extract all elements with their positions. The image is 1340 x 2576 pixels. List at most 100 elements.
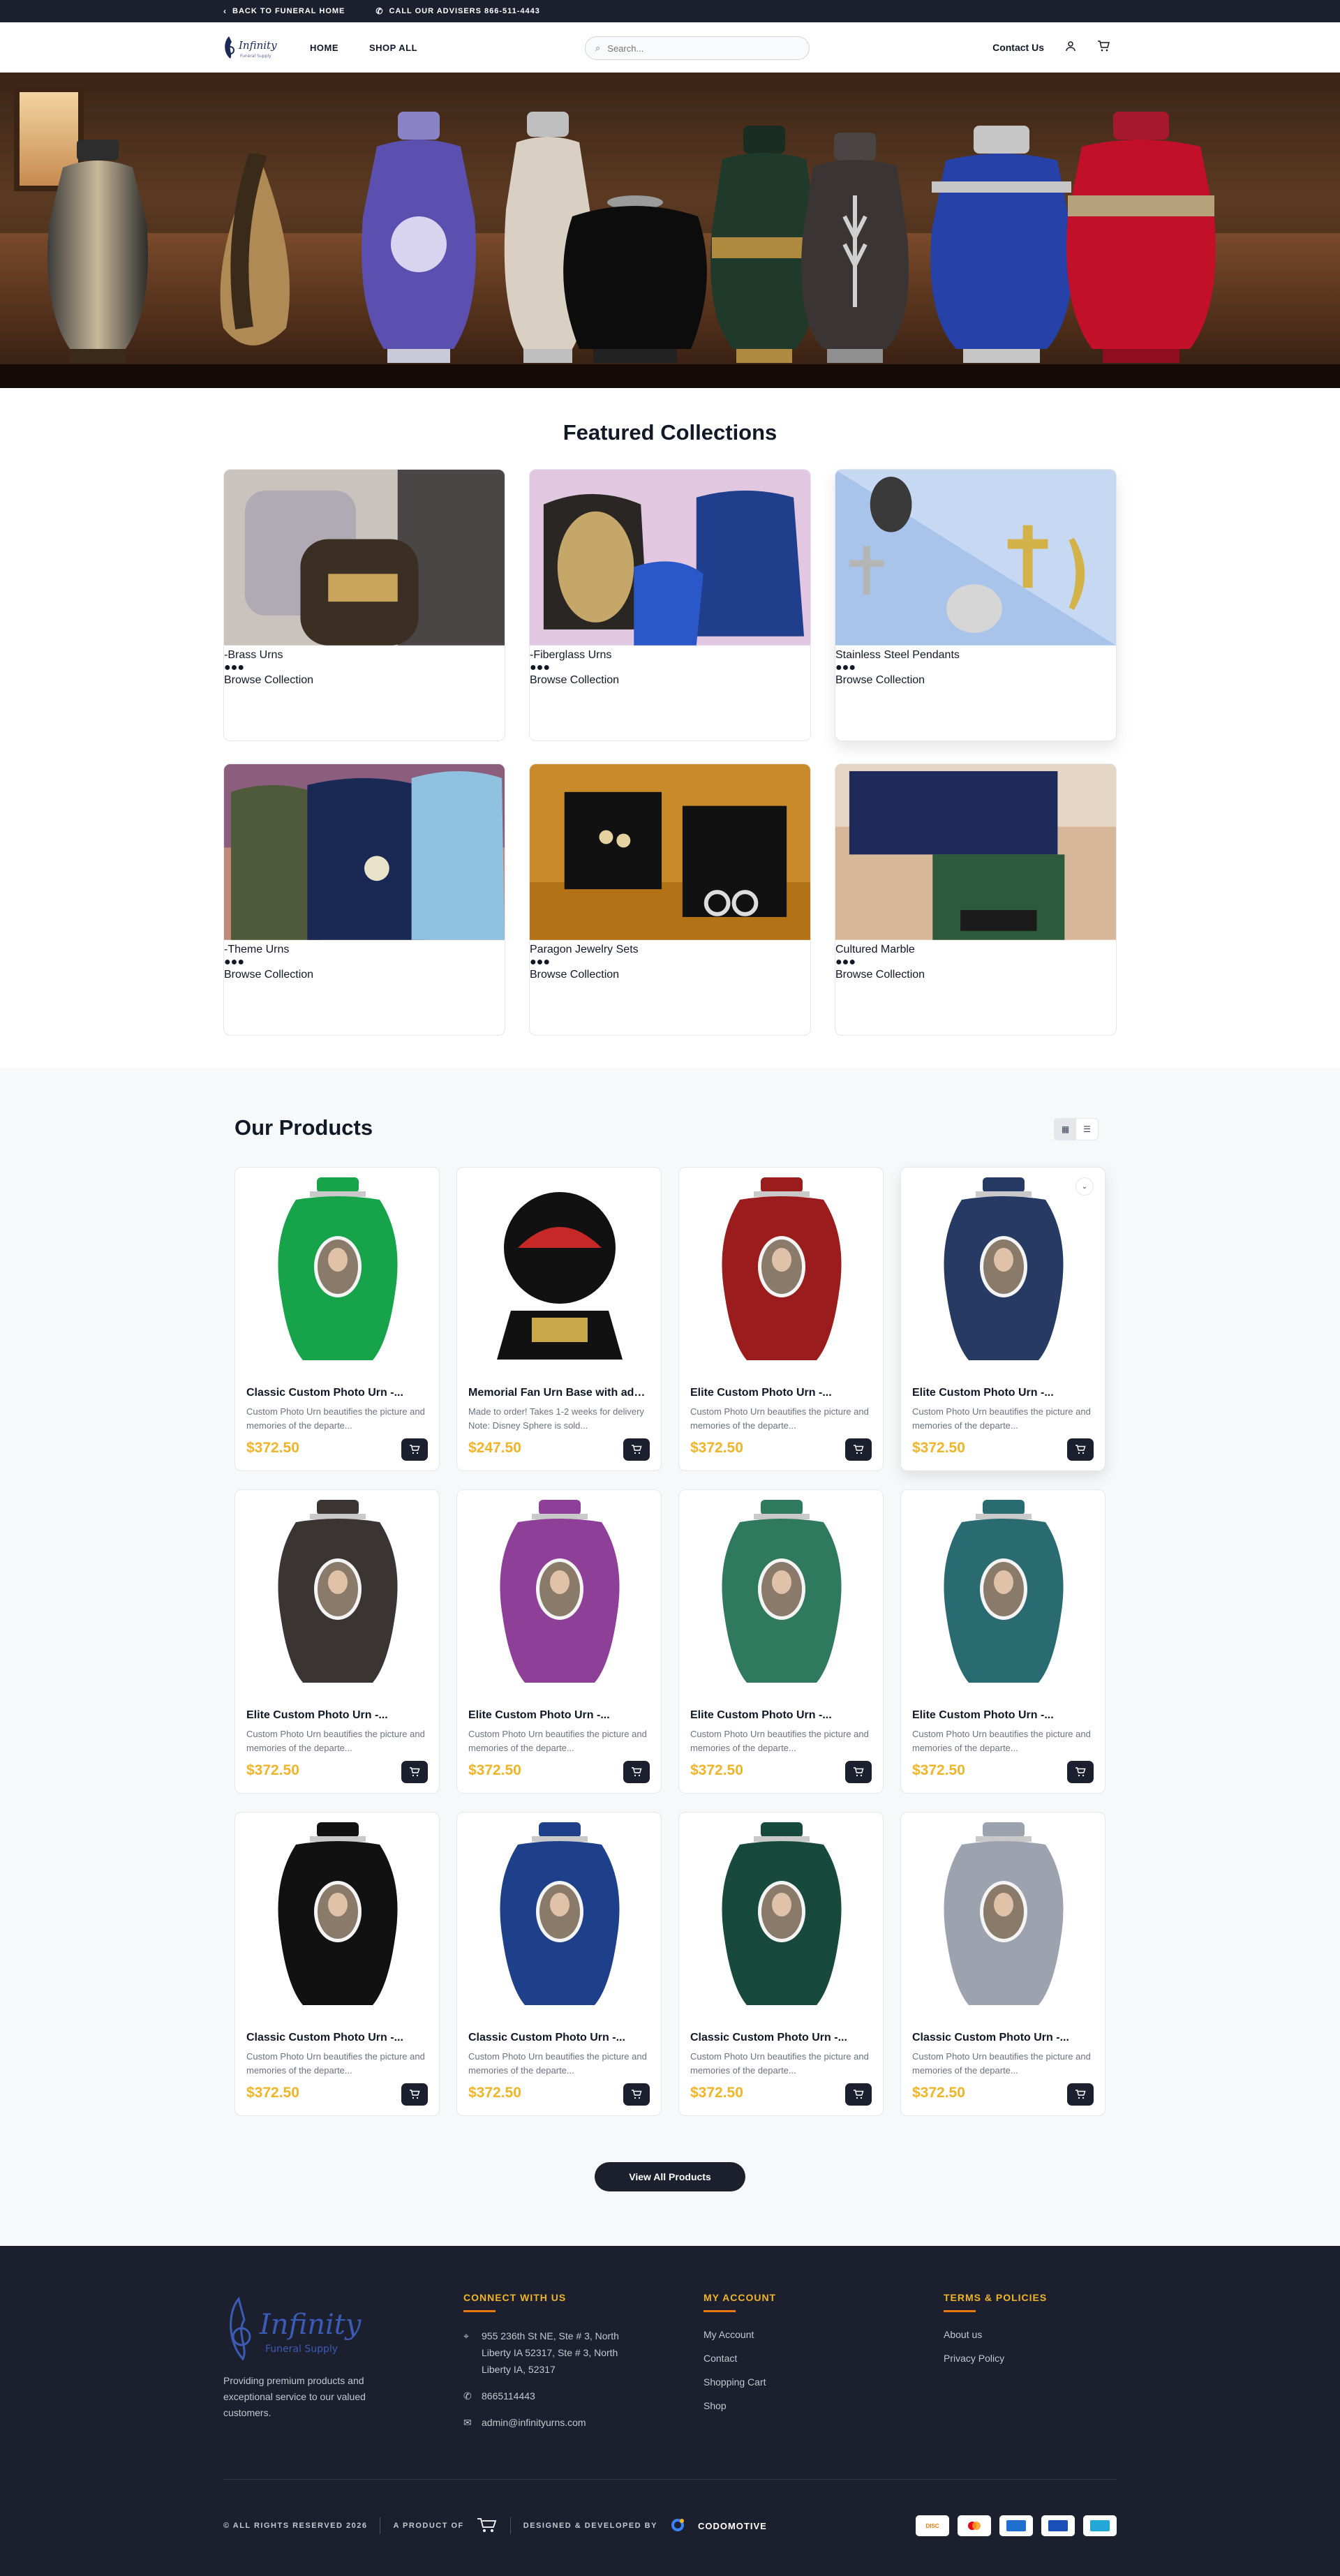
collection-card-brass[interactable]: -Brass Urns ●●● Browse Collection — [223, 469, 505, 741]
product-image[interactable] — [679, 1812, 883, 2022]
add-to-cart-button[interactable] — [401, 1761, 428, 1783]
product-price: $372.50 — [690, 2085, 743, 2101]
product-card[interactable]: Elite Custom Photo Urn -... Custom Photo … — [678, 1489, 884, 1794]
add-to-cart-button[interactable] — [1067, 2083, 1094, 2106]
grid-view-icon[interactable]: ▦ — [1055, 1119, 1076, 1140]
product-image[interactable] — [457, 1812, 661, 2022]
chevron-down-icon[interactable]: ⌄ — [1075, 1177, 1094, 1196]
product-image[interactable] — [457, 1168, 661, 1377]
add-to-cart-button[interactable] — [623, 1761, 650, 1783]
product-name[interactable]: Elite Custom Photo Urn -... — [690, 1387, 873, 1399]
product-card[interactable]: Classic Custom Photo Urn -... Custom Phot… — [456, 1812, 662, 2116]
product-name[interactable]: Elite Custom Photo Urn -... — [246, 1709, 429, 1722]
call-label: CALL OUR ADVISERS 866-511-4443 — [389, 7, 540, 15]
connect-title: CONNECT WITH US — [463, 2292, 567, 2303]
collection-card-fiberglass[interactable]: -Fiberglass Urns ●●● Browse Collection — [529, 469, 811, 741]
hero-shelf — [0, 364, 1340, 388]
product-description: Custom Photo Urn beautifies the picture … — [912, 1729, 1091, 1753]
browse-collection-button[interactable]: Browse Collection — [530, 969, 810, 981]
cart-icon — [854, 1767, 864, 1777]
add-to-cart-button[interactable] — [401, 1438, 428, 1461]
product-card[interactable]: Elite Custom Photo Urn -... Custom Photo … — [456, 1489, 662, 1794]
add-to-cart-button[interactable] — [1067, 1438, 1094, 1461]
product-card[interactable]: Elite Custom Photo Urn -... Custom Photo … — [678, 1167, 884, 1471]
product-name[interactable]: Classic Custom Photo Urn -... — [468, 2032, 651, 2044]
user-icon[interactable] — [1065, 40, 1076, 55]
add-to-cart-button[interactable] — [845, 2083, 872, 2106]
footer-link-privacy-policy[interactable]: Privacy Policy — [944, 2353, 1047, 2364]
product-name[interactable]: Elite Custom Photo Urn -... — [912, 1387, 1095, 1399]
footer-link-contact[interactable]: Contact — [704, 2353, 776, 2364]
collection-card-paragon-jewelry[interactable]: Paragon Jewelry Sets ●●● Browse Collecti… — [529, 764, 811, 1036]
product-card[interactable]: Classic Custom Photo Urn -... Custom Phot… — [234, 1812, 440, 2116]
accent-bar — [463, 2310, 496, 2312]
product-card[interactable]: Elite Custom Photo Urn -... Custom Photo … — [234, 1489, 440, 1794]
copyright-text: © ALL RIGHTS RESERVED 2026 — [223, 2522, 368, 2530]
nav-shop-all[interactable]: SHOP ALL — [369, 43, 417, 53]
product-name[interactable]: Classic Custom Photo Urn -... — [912, 2032, 1095, 2044]
phone-text: 8665114443 — [482, 2390, 535, 2402]
footer-link-shopping-cart[interactable]: Shopping Cart — [704, 2376, 776, 2388]
search-box[interactable]: ⌕ — [585, 36, 810, 60]
collection-card-stainless-pendants[interactable]: Stainless Steel Pendants ●●● Browse Coll… — [835, 469, 1117, 741]
product-image[interactable] — [901, 1812, 1105, 2022]
product-image[interactable] — [679, 1168, 883, 1377]
contact-us-link[interactable]: Contact Us — [992, 42, 1044, 53]
add-to-cart-button[interactable] — [845, 1438, 872, 1461]
browse-collection-button[interactable]: Browse Collection — [835, 674, 1116, 687]
add-to-cart-button[interactable] — [623, 2083, 650, 2106]
product-of-text: A PRODUCT OF — [393, 2522, 464, 2530]
product-card[interactable]: Elite Custom Photo Urn -... Custom Photo … — [900, 1489, 1106, 1794]
product-card[interactable]: Memorial Fan Urn Base with add ... Made t… — [456, 1167, 662, 1471]
product-name[interactable]: Classic Custom Photo Urn -... — [246, 1387, 429, 1399]
product-price: $372.50 — [246, 1762, 299, 1778]
urn-image — [563, 195, 707, 363]
add-to-cart-button[interactable] — [623, 1438, 650, 1461]
product-card[interactable]: Classic Custom Photo Urn -... Custom Phot… — [234, 1167, 440, 1471]
email-row[interactable]: ✉ admin@infinityurns.com — [463, 2414, 631, 2431]
logo[interactable]: Infinity Funeral Supply — [222, 32, 281, 63]
product-name[interactable]: Classic Custom Photo Urn -... — [690, 2032, 873, 2044]
cart-icon[interactable] — [1097, 40, 1110, 55]
phone-row[interactable]: ✆ 8665114443 — [463, 2388, 631, 2404]
add-to-cart-button[interactable] — [401, 2083, 428, 2106]
browse-collection-button[interactable]: Browse Collection — [835, 969, 1116, 981]
add-to-cart-button[interactable] — [845, 1761, 872, 1783]
footer-link-my-account[interactable]: My Account — [704, 2329, 776, 2340]
browse-collection-button[interactable]: Browse Collection — [224, 674, 505, 687]
product-image[interactable] — [235, 1168, 439, 1377]
list-view-icon[interactable]: ☰ — [1076, 1119, 1098, 1140]
browse-collection-button[interactable]: Browse Collection — [530, 674, 810, 687]
product-name[interactable]: Memorial Fan Urn Base with add ... — [468, 1387, 651, 1399]
product-name[interactable]: Classic Custom Photo Urn -... — [246, 2032, 429, 2044]
product-image[interactable] — [235, 1812, 439, 2022]
view-all-products-button[interactable]: View All Products — [595, 2162, 745, 2191]
product-name[interactable]: Elite Custom Photo Urn -... — [690, 1709, 873, 1722]
collection-image — [835, 764, 1116, 940]
add-to-cart-button[interactable] — [1067, 1761, 1094, 1783]
dev-brand[interactable]: CODOMOTIVE — [698, 2521, 767, 2531]
logo-sub: Funeral Supply — [240, 54, 271, 59]
product-card[interactable]: Classic Custom Photo Urn -... Custom Phot… — [678, 1812, 884, 2116]
collection-card-cultured-marble[interactable]: Cultured Marble ●●● Browse Collection — [835, 764, 1117, 1036]
product-card[interactable]: Classic Custom Photo Urn -... Custom Phot… — [900, 1812, 1106, 2116]
product-image[interactable] — [901, 1490, 1105, 1699]
footer-link-shop[interactable]: Shop — [704, 2400, 776, 2411]
product-card[interactable]: ⌄ Elite Custom Photo Urn -... Custom Photo… — [900, 1167, 1106, 1471]
product-image[interactable] — [679, 1490, 883, 1699]
footer-logo[interactable]: Infinity Funeral Supply — [223, 2293, 363, 2366]
browse-collection-button[interactable]: Browse Collection — [224, 969, 505, 981]
product-name[interactable]: Elite Custom Photo Urn -... — [912, 1709, 1095, 1722]
search-input[interactable] — [607, 43, 789, 54]
nav-home[interactable]: HOME — [310, 43, 338, 53]
product-image[interactable] — [901, 1168, 1105, 1377]
terms-column: TERMS & POLICIES About us Privacy Policy — [944, 2292, 1047, 2376]
terms-title: TERMS & POLICIES — [944, 2292, 1048, 2303]
collection-card-theme[interactable]: -Theme Urns ●●● Browse Collection — [223, 764, 505, 1036]
product-name[interactable]: Elite Custom Photo Urn -... — [468, 1709, 651, 1722]
footer-link-about-us[interactable]: About us — [944, 2329, 1047, 2340]
product-image[interactable] — [457, 1490, 661, 1699]
call-advisers-link[interactable]: ✆ CALL OUR ADVISERS 866-511-4443 — [375, 6, 540, 16]
back-to-funeral-home-link[interactable]: ‹ BACK TO FUNERAL HOME — [223, 6, 345, 16]
product-image[interactable] — [235, 1490, 439, 1699]
